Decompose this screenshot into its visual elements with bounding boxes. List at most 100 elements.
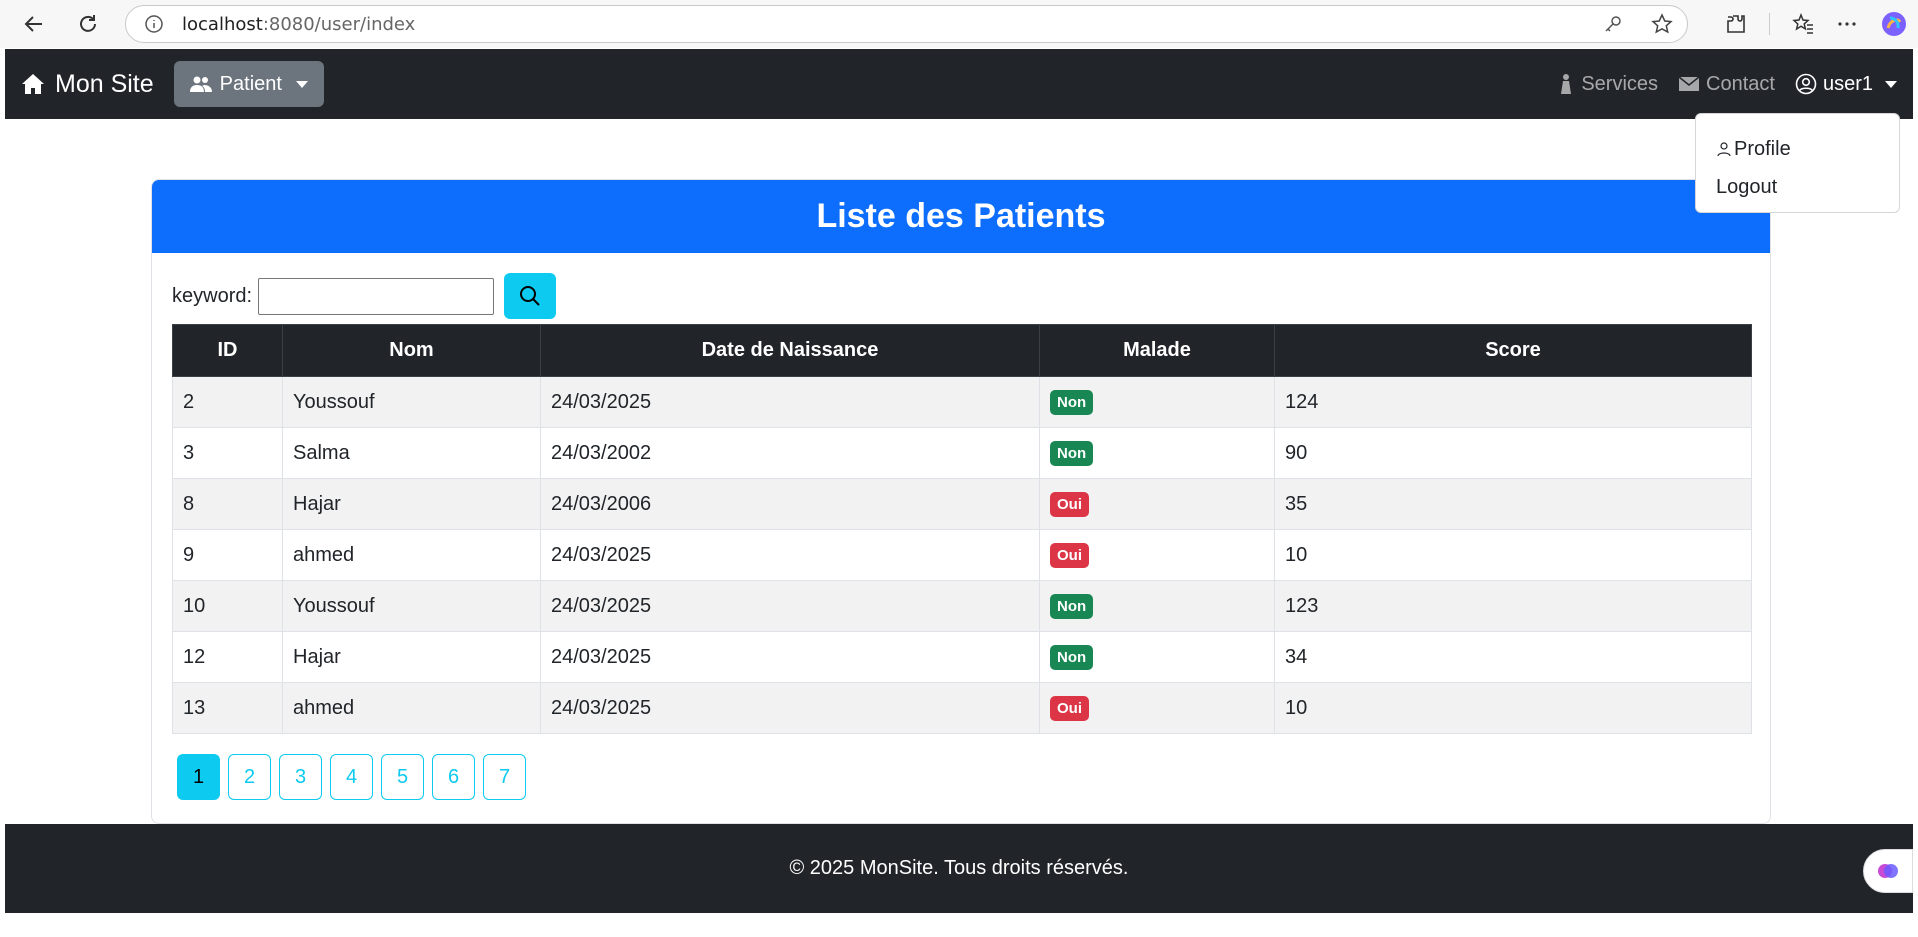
cell-malade: Oui [1039, 529, 1275, 581]
cell-score: 35 [1274, 478, 1752, 530]
dropdown-item-profile[interactable]: Profile [1696, 130, 1899, 168]
info-icon [145, 15, 163, 33]
cell-id: 9 [172, 529, 283, 581]
cell-nom: Youssouf [282, 580, 541, 632]
card-title: Liste des Patients [152, 180, 1770, 253]
page-button-4[interactable]: 4 [330, 754, 373, 800]
favorites-icon[interactable] [1792, 13, 1814, 35]
url-host: localhost [182, 13, 263, 35]
page-button-2[interactable]: 2 [228, 754, 271, 800]
cell-date: 24/03/2025 [540, 580, 1040, 632]
header-id: ID [172, 324, 283, 377]
table-body: 2 Youssouf 24/03/2025 Non 124 3 Salma 24… [172, 376, 1752, 734]
user-circle-icon [1795, 73, 1817, 95]
table-row: 8 Hajar 24/03/2006 Oui 35 [172, 478, 1752, 530]
cell-malade: Oui [1039, 682, 1275, 734]
header-nom: Nom [282, 324, 541, 377]
assistant-widget[interactable] [1863, 849, 1913, 893]
copilot-icon[interactable] [1880, 10, 1908, 38]
address-bar[interactable]: localhost:8080/user/index [125, 5, 1688, 43]
cell-id: 2 [172, 376, 283, 428]
url-text: localhost:8080/user/index [182, 14, 415, 35]
patient-dropdown-button[interactable]: Patient [173, 61, 324, 107]
cell-nom: Salma [282, 427, 541, 479]
cell-nom: Hajar [282, 478, 541, 530]
page-button-3[interactable]: 3 [279, 754, 322, 800]
cell-id: 3 [172, 427, 283, 479]
cell-nom: ahmed [282, 682, 541, 734]
cell-score: 123 [1274, 580, 1752, 632]
status-badge: Oui [1050, 491, 1089, 517]
patients-card: Liste des Patients keyword: ID Nom Date … [151, 179, 1771, 824]
more-icon[interactable] [1836, 13, 1858, 35]
home-icon [22, 74, 44, 94]
toolbar-separator [1769, 13, 1770, 35]
user-name: user1 [1822, 72, 1873, 95]
search-label: keyword: [172, 284, 253, 307]
cell-date: 24/03/2025 [540, 631, 1040, 683]
page-button-7[interactable]: 7 [483, 754, 526, 800]
status-badge: Oui [1050, 542, 1089, 568]
browser-toolbar: localhost:8080/user/index [0, 0, 1918, 48]
contact-label: Contact [1706, 72, 1775, 95]
cell-date: 24/03/2025 [540, 682, 1040, 734]
cell-malade: Non [1039, 427, 1275, 479]
profile-label: Profile [1734, 137, 1791, 160]
brain-icon [1878, 864, 1898, 878]
table-row: 3 Salma 24/03/2002 Non 90 [172, 427, 1752, 479]
status-badge: Oui [1050, 695, 1089, 721]
search-input[interactable] [258, 277, 495, 315]
cell-date: 24/03/2002 [540, 427, 1040, 479]
header-score: Score [1274, 324, 1752, 377]
header-date: Date de Naissance [540, 324, 1040, 377]
page-button-5[interactable]: 5 [381, 754, 424, 800]
page-button-6[interactable]: 6 [432, 754, 475, 800]
header-malade: Malade [1039, 324, 1275, 377]
key-icon[interactable] [1603, 14, 1623, 34]
search-form: keyword: [152, 253, 1770, 319]
cell-nom: Hajar [282, 631, 541, 683]
star-icon[interactable] [1651, 13, 1673, 35]
footer-text: © 2025 MonSite. Tous droits réservés. [789, 857, 1129, 879]
caret-down-icon [295, 80, 308, 88]
cell-id: 12 [172, 631, 283, 683]
table-row: 9 ahmed 24/03/2025 Oui 10 [172, 529, 1752, 581]
pagination: 1 2 3 4 5 6 7 [177, 754, 1770, 800]
cell-date: 24/03/2025 [540, 529, 1040, 581]
status-badge: Non [1050, 593, 1094, 619]
cell-score: 10 [1274, 529, 1752, 581]
brand-link[interactable]: Mon Site [21, 70, 154, 99]
cell-score: 10 [1274, 682, 1752, 734]
person-icon [1717, 142, 1731, 157]
nav-services[interactable]: Services [1557, 73, 1658, 96]
cell-nom: ahmed [282, 529, 541, 581]
search-icon [520, 286, 540, 306]
arrow-left-icon [24, 16, 42, 32]
url-path: :8080/user/index [262, 13, 416, 35]
cell-date: 24/03/2025 [540, 376, 1040, 428]
reload-icon [80, 15, 96, 32]
search-button[interactable] [504, 273, 557, 319]
users-icon [189, 76, 212, 92]
cell-id: 8 [172, 478, 283, 530]
cell-id: 13 [172, 682, 283, 734]
table-row: 2 Youssouf 24/03/2025 Non 124 [172, 376, 1752, 428]
back-button[interactable] [12, 4, 56, 44]
user-dropdown-menu: Profile Logout [1695, 113, 1900, 213]
cell-malade: Non [1039, 631, 1275, 683]
brand-name: Mon Site [55, 69, 154, 98]
web-page: Mon Site Patient Services Contact user1 [5, 49, 1913, 937]
page-button-1[interactable]: 1 [177, 754, 220, 800]
cell-date: 24/03/2006 [540, 478, 1040, 530]
cell-malade: Oui [1039, 478, 1275, 530]
caret-down-icon [1885, 80, 1897, 88]
dropdown-item-logout[interactable]: Logout [1696, 168, 1899, 206]
status-badge: Non [1050, 644, 1094, 670]
nav-contact[interactable]: Contact [1678, 73, 1775, 96]
user-dropdown-toggle[interactable]: user1 [1795, 73, 1897, 96]
cell-score: 90 [1274, 427, 1752, 479]
extensions-icon[interactable] [1725, 13, 1747, 35]
reload-button[interactable] [66, 4, 110, 44]
table-row: 12 Hajar 24/03/2025 Non 34 [172, 631, 1752, 683]
table-row: 13 ahmed 24/03/2025 Oui 10 [172, 682, 1752, 734]
